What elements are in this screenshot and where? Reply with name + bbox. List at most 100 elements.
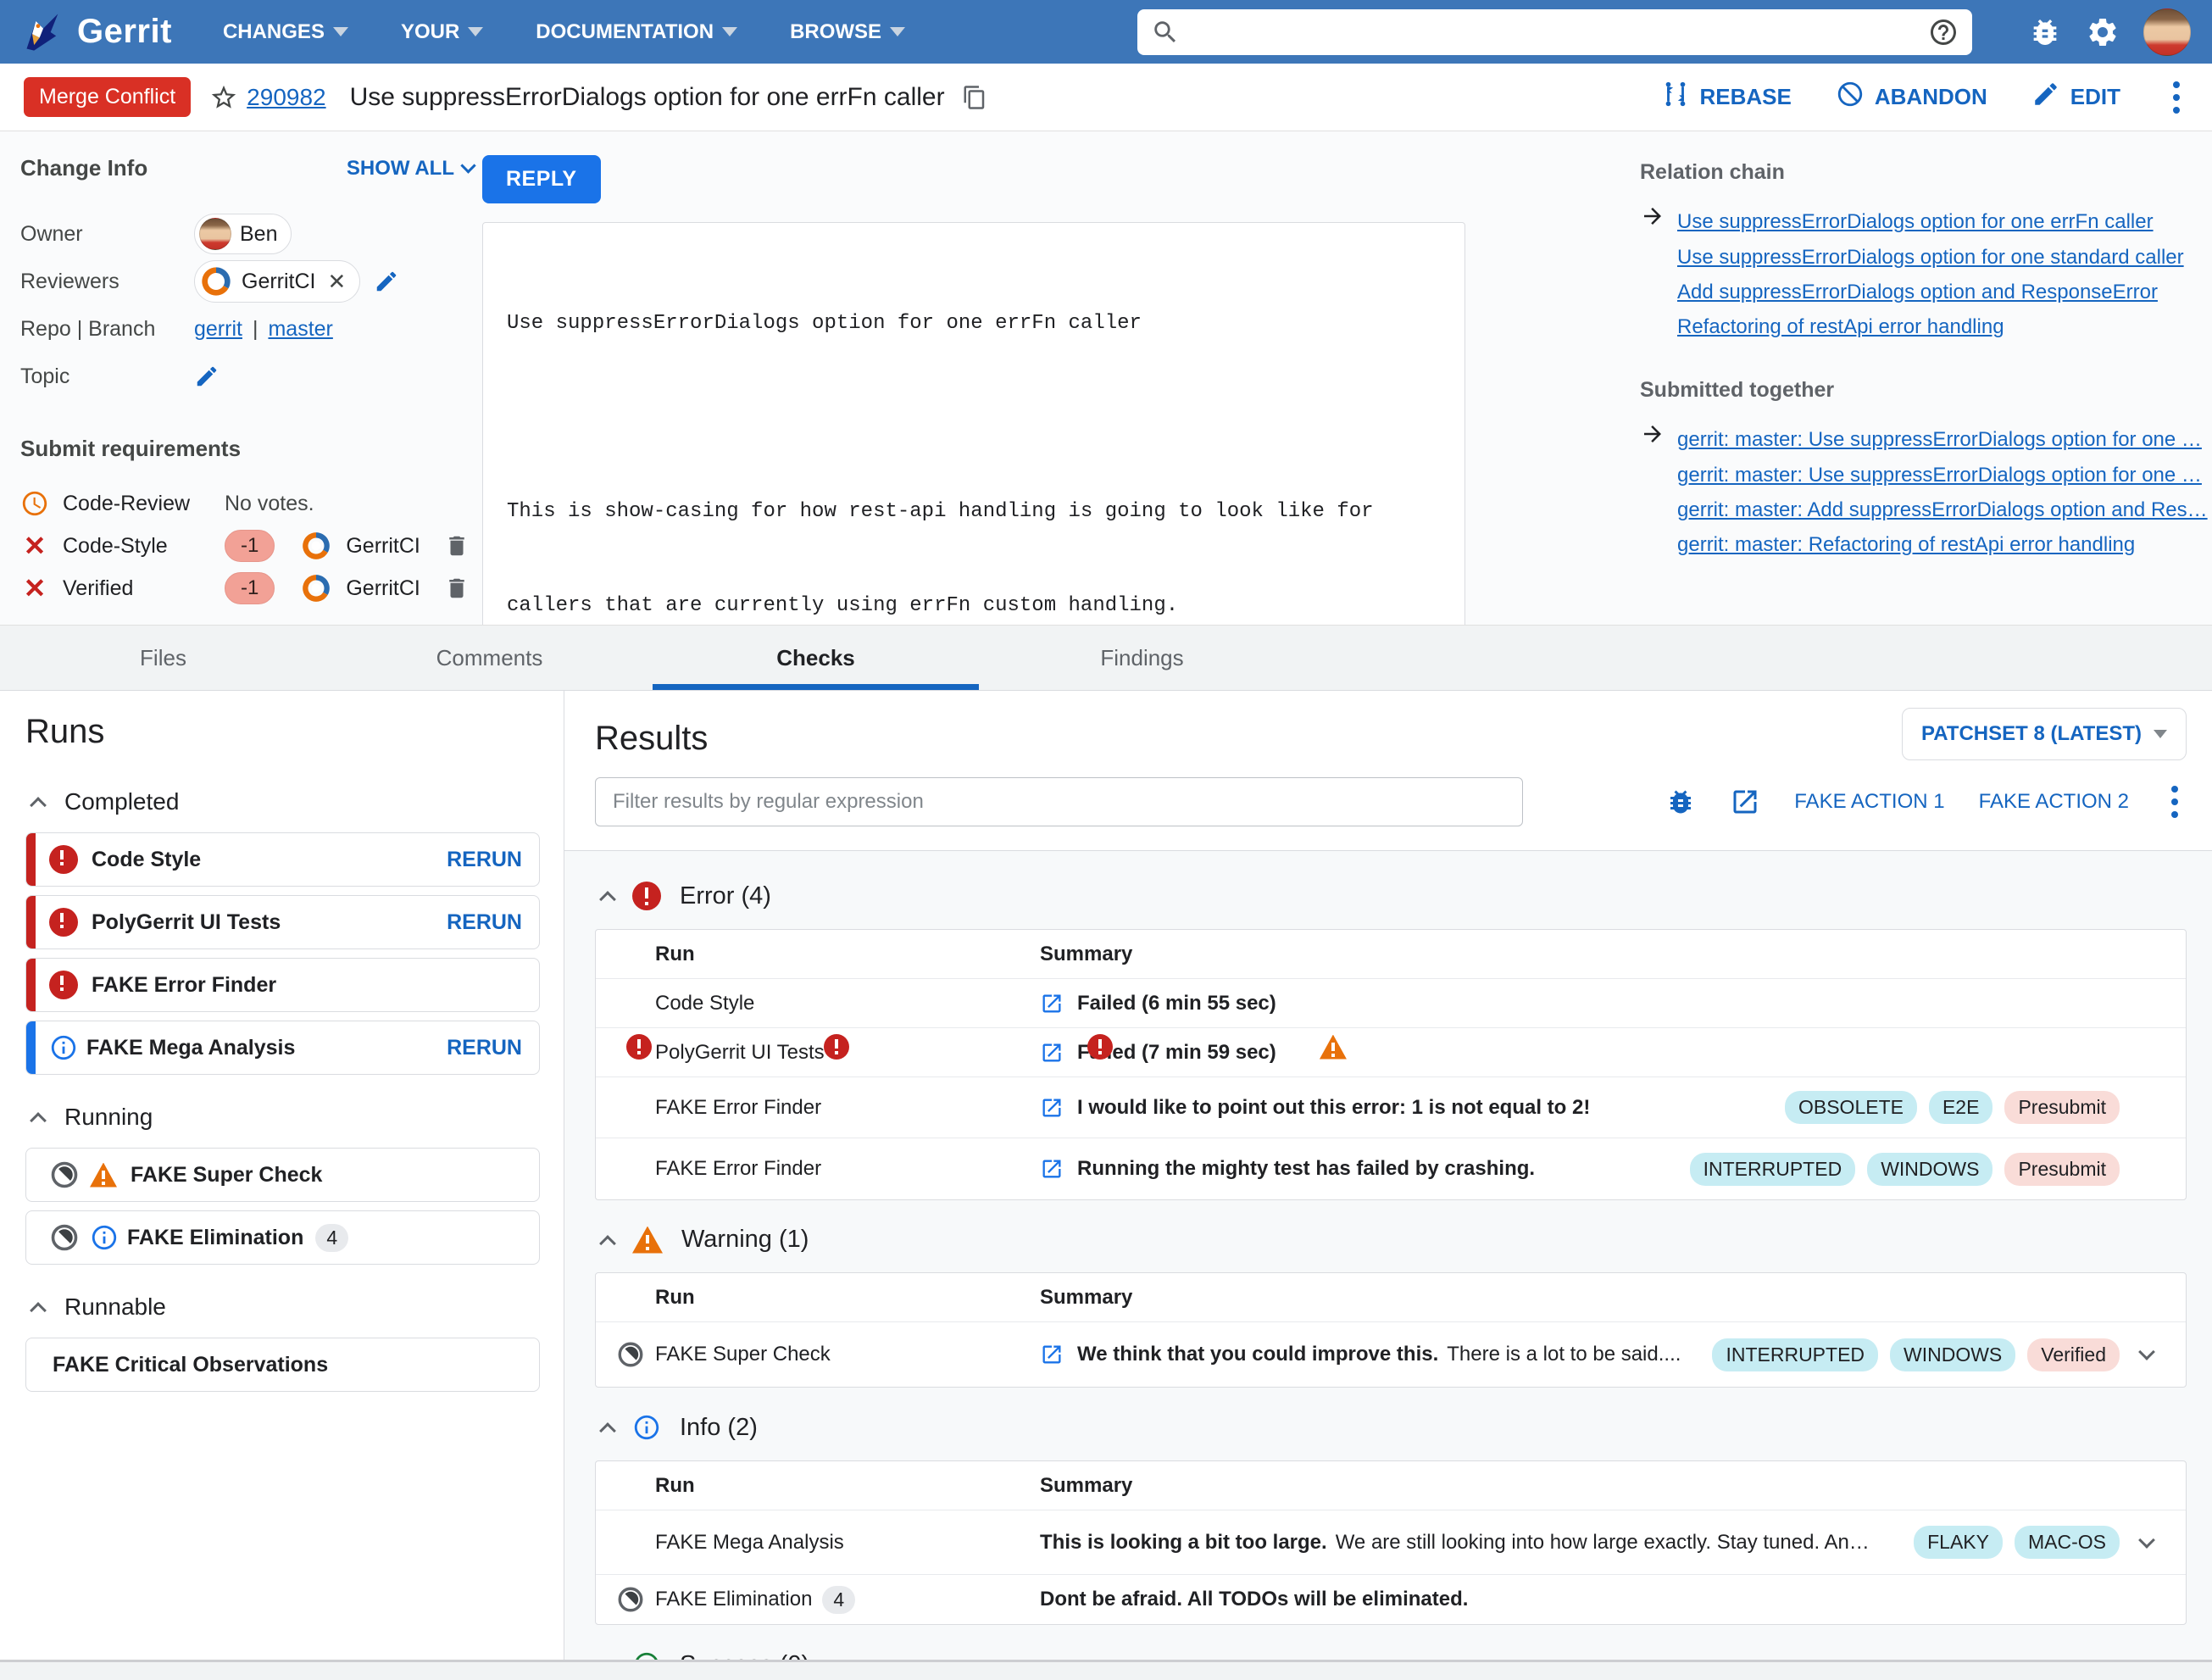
relation-chain-item: Use suppressErrorDialogs option for one … <box>1640 240 2212 275</box>
result-row[interactable]: FAKE Error Finder I would like to point … <box>596 1077 2186 1138</box>
error-icon <box>632 882 661 910</box>
change-header: Merge Conflict 290982 Use suppressErrorD… <box>0 64 2212 131</box>
bug-report-icon[interactable] <box>1665 787 1696 817</box>
clock-icon <box>20 489 49 518</box>
expand-chevron-icon[interactable] <box>2138 1343 2155 1360</box>
submitted-link[interactable]: gerrit: master: Use suppressErrorDialogs… <box>1677 458 2202 492</box>
brand[interactable]: Gerrit <box>21 10 172 54</box>
submitted-link[interactable]: gerrit: master: Use suppressErrorDialogs… <box>1677 422 2202 457</box>
run-card-super-check[interactable]: FAKE Super Check <box>25 1148 540 1202</box>
edit-reviewers-icon[interactable] <box>374 269 399 294</box>
relation-link[interactable]: Add suppressErrorDialogs option and Resp… <box>1677 275 2158 309</box>
fail-x-icon: ✕ <box>23 573 47 604</box>
result-row[interactable]: FAKE Mega Analysis This is looking a bit… <box>596 1510 2186 1575</box>
search-input[interactable] <box>1180 19 1928 44</box>
run-card-error-finder[interactable]: FAKE Error Finder <box>25 958 540 1012</box>
tab-findings[interactable]: Findings <box>979 626 1305 690</box>
result-run-name: PolyGerrit UI Tests <box>655 1040 825 1064</box>
reviewer-chip[interactable]: GerritCI ✕ <box>194 260 361 303</box>
trash-icon[interactable] <box>444 533 470 559</box>
run-card-mega-analysis[interactable]: FAKE Mega Analysis RERUN <box>25 1021 540 1075</box>
nav-menu-changes[interactable]: CHANGES <box>223 20 348 44</box>
external-link-icon[interactable] <box>1040 1041 1064 1065</box>
warning-section-toggle[interactable]: Warning (1) <box>599 1226 2187 1254</box>
result-row[interactable]: FAKE Elimination 4 Dont be afraid. All T… <box>596 1575 2186 1624</box>
completed-section-toggle[interactable]: Completed <box>30 788 540 815</box>
nav-menu-documentation[interactable]: DOCUMENTATION <box>536 19 738 44</box>
external-link-icon[interactable] <box>1040 992 1064 1015</box>
external-link-icon[interactable] <box>1040 1157 1064 1181</box>
run-card-polygerrit[interactable]: PolyGerrit UI Tests RERUN <box>25 895 540 949</box>
rerun-button[interactable]: RERUN <box>447 848 522 872</box>
commit-title: Use suppressErrorDialogs option for one … <box>507 312 1142 335</box>
result-row[interactable]: FAKE Super Check We think that you could… <box>596 1322 2186 1387</box>
reply-button[interactable]: REPLY <box>482 155 601 203</box>
info-icon <box>90 1223 119 1252</box>
run-card-elimination[interactable]: FAKE Elimination 4 <box>25 1210 540 1265</box>
external-link-icon[interactable] <box>1730 787 1760 817</box>
submitted-link[interactable]: gerrit: master: Refactoring of restApi e… <box>1677 527 2135 562</box>
run-card-critical-observations[interactable]: FAKE Critical Observations <box>25 1338 540 1392</box>
bottom-scrollbar-track[interactable] <box>0 1660 2212 1680</box>
expand-chevron-icon[interactable] <box>2138 1531 2155 1549</box>
remove-reviewer-icon[interactable]: ✕ <box>328 269 347 295</box>
rerun-button[interactable]: RERUN <box>447 1036 522 1060</box>
branch-link[interactable]: master <box>268 317 332 342</box>
chevron-down-icon <box>890 27 906 36</box>
result-row[interactable]: Code Style Failed (6 min 55 sec) <box>596 979 2186 1028</box>
show-all-button[interactable]: SHOW ALL <box>347 157 476 181</box>
help-icon[interactable] <box>1928 17 1959 47</box>
abandon-button[interactable]: ABANDON <box>1836 80 1987 114</box>
patchset-selector[interactable]: PATCHSET 8 (LATEST) <box>1902 708 2187 760</box>
external-link-icon[interactable] <box>1040 1096 1064 1120</box>
relation-link[interactable]: Refactoring of restApi error handling <box>1677 309 2004 344</box>
change-number-link[interactable]: 290982 <box>247 84 325 111</box>
owner-chip[interactable]: Ben <box>194 214 292 254</box>
repo-link[interactable]: gerrit <box>194 317 242 342</box>
runnable-section-toggle[interactable]: Runnable <box>30 1293 540 1321</box>
abandon-label: ABANDON <box>1874 84 1987 109</box>
gerritci-logo-icon <box>199 264 233 298</box>
tab-checks[interactable]: Checks <box>653 626 979 690</box>
overflow-menu-icon[interactable] <box>2165 76 2188 119</box>
nav-menu-browse[interactable]: BROWSE <box>790 20 906 44</box>
filter-input[interactable] <box>595 777 1523 826</box>
run-card-code-style[interactable]: Code Style RERUN <box>25 832 540 887</box>
rebase-button[interactable]: REBASE <box>1661 80 1792 114</box>
tab-comments[interactable]: Comments <box>326 626 653 690</box>
run-column-header: Run <box>655 942 695 965</box>
bug-report-icon[interactable] <box>2028 15 2062 49</box>
info-section-toggle[interactable]: Info (2) <box>599 1413 2187 1442</box>
runs-heading: Runs <box>25 713 105 750</box>
edit-topic-icon[interactable] <box>194 364 220 389</box>
nav-menu-your[interactable]: YOUR <box>400 19 484 44</box>
gerrit-change-page: Gerrit CHANGES YOUR DOCUMENTATION BROWSE <box>0 0 2212 1680</box>
result-tag: INTERRUPTED <box>1712 1338 1879 1371</box>
success-section-toggle[interactable]: Success (0) <box>599 1650 2187 1660</box>
fake-action-1-button[interactable]: FAKE ACTION 1 <box>1794 790 1944 814</box>
relation-chain-list: Use suppressErrorDialogs option for one … <box>1640 203 2212 344</box>
star-icon[interactable] <box>209 83 238 112</box>
user-avatar[interactable] <box>2143 8 2191 56</box>
chevron-up-icon <box>30 797 47 814</box>
submitted-link[interactable]: gerrit: master: Add suppressErrorDialogs… <box>1677 492 2208 527</box>
edit-button[interactable]: EDIT <box>2031 80 2120 114</box>
settings-gear-icon[interactable] <box>2086 15 2120 49</box>
external-link-icon[interactable] <box>1040 1343 1064 1366</box>
nav-menu-label: DOCUMENTATION <box>536 19 714 43</box>
tab-files[interactable]: Files <box>0 626 326 690</box>
relation-link[interactable]: Use suppressErrorDialogs option for one … <box>1677 204 2154 239</box>
result-summary-rest: We are still looking into how large exac… <box>1335 1530 1870 1554</box>
result-row[interactable]: FAKE Error Finder Running the mighty tes… <box>596 1138 2186 1199</box>
overflow-menu-icon[interactable] <box>2163 781 2187 823</box>
owner-label: Owner <box>20 221 83 246</box>
error-section-toggle[interactable]: Error (4) <box>599 882 2187 910</box>
rerun-button[interactable]: RERUN <box>447 910 522 935</box>
relation-link[interactable]: Use suppressErrorDialogs option for one … <box>1677 240 2184 275</box>
fake-action-2-button[interactable]: FAKE ACTION 2 <box>1979 790 2129 814</box>
running-section-toggle[interactable]: Running <box>30 1104 540 1131</box>
trash-icon[interactable] <box>444 576 470 601</box>
submit-requirements: Submit requirements Code-Review No votes… <box>20 436 482 609</box>
copy-icon[interactable] <box>962 85 987 110</box>
nav-menu-label: YOUR <box>400 19 460 43</box>
